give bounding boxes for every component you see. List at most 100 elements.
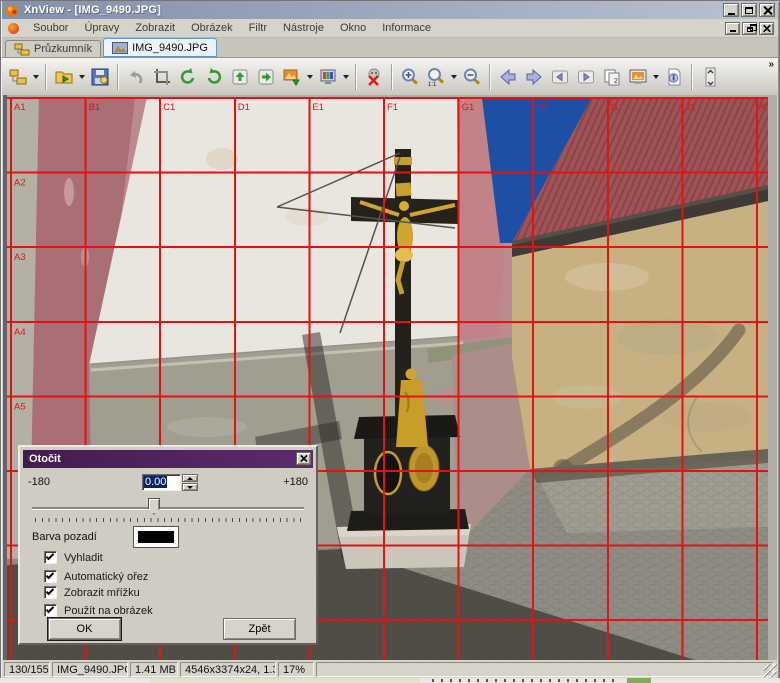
display-dropdown[interactable] xyxy=(341,63,351,91)
fullscreen-button[interactable] xyxy=(625,63,651,91)
svg-text:A1: A1 xyxy=(14,102,26,113)
convert-dropdown[interactable] xyxy=(305,63,315,91)
chevron-down-icon xyxy=(343,75,349,79)
toolbar-separator xyxy=(117,64,119,90)
display-button[interactable] xyxy=(315,63,341,91)
menu-soubor[interactable]: Soubor xyxy=(25,20,76,36)
svg-text:I1: I1 xyxy=(611,102,619,113)
spinner-down-button[interactable] xyxy=(182,483,198,491)
image-forward-icon xyxy=(255,67,277,87)
back-button[interactable]: Zpět xyxy=(223,618,296,640)
minimize-icon xyxy=(730,30,736,32)
info-button[interactable] xyxy=(661,63,687,91)
zoom-dropdown[interactable] xyxy=(449,63,459,91)
crop-button[interactable] xyxy=(149,63,175,91)
angle-value: 0.00 xyxy=(144,476,167,488)
zoom-in-icon xyxy=(399,67,421,87)
pages-button[interactable]: 2 xyxy=(599,63,625,91)
toolbar-overflow-chevron[interactable]: » xyxy=(768,59,773,70)
angle-slider-track[interactable] xyxy=(32,507,304,509)
zoom-out-button[interactable] xyxy=(459,63,485,91)
ok-button[interactable]: OK xyxy=(48,618,121,640)
dialog-title-bar[interactable]: Otočit xyxy=(23,450,313,468)
window-title: XnView - [IMG_9490.JPG] xyxy=(24,4,161,16)
maximize-button[interactable] xyxy=(741,3,757,17)
browser-dropdown[interactable] xyxy=(31,63,41,91)
pages-icon: 2 xyxy=(601,67,623,87)
xnview-window: { "window": { "title": "XnView - [IMG_94… xyxy=(0,0,780,683)
status-dimensions: 4546x3374x24, 1.35 xyxy=(180,662,276,677)
toolbar-separator xyxy=(489,64,491,90)
autocrop-checkbox[interactable] xyxy=(44,570,57,583)
svg-text:A5: A5 xyxy=(14,401,26,412)
previous-image-button[interactable] xyxy=(547,63,573,91)
image-up-button[interactable] xyxy=(227,63,253,91)
zoom-out-icon xyxy=(461,67,483,87)
smooth-checkbox[interactable] xyxy=(44,551,57,564)
next-image-button[interactable] xyxy=(573,63,599,91)
background-color-swatch[interactable] xyxy=(134,527,178,547)
open-dropdown[interactable] xyxy=(77,63,87,91)
rotate-left-button[interactable] xyxy=(175,63,201,91)
rotate-right-button[interactable] xyxy=(201,63,227,91)
svg-text:F1: F1 xyxy=(387,102,398,113)
menu-informace[interactable]: Informace xyxy=(374,20,439,36)
svg-text:G1: G1 xyxy=(462,102,475,113)
resize-grip[interactable] xyxy=(764,664,777,677)
checkbox-row-autocrop: Automatický ořez xyxy=(44,570,148,583)
save-button[interactable] xyxy=(87,63,113,91)
angle-slider-thumb[interactable] xyxy=(148,498,160,515)
spinner-up-button[interactable] xyxy=(182,474,198,482)
apply-checkbox[interactable] xyxy=(44,604,57,617)
arrow-right-icon xyxy=(523,67,545,87)
chevron-down-icon xyxy=(653,75,659,79)
background-color-label: Barva pozadí xyxy=(32,531,97,543)
zoom-in-button[interactable] xyxy=(397,63,423,91)
convert-icon xyxy=(281,67,303,87)
convert-button[interactable] xyxy=(279,63,305,91)
chevron-down-icon xyxy=(79,75,85,79)
undo-button[interactable] xyxy=(123,63,149,91)
crop-icon xyxy=(151,67,173,87)
show-grid-checkbox[interactable] xyxy=(44,586,57,599)
toolbar-separator xyxy=(45,64,47,90)
child-minimize-button[interactable] xyxy=(725,22,740,35)
menu-okno[interactable]: Okno xyxy=(332,20,374,36)
image-up-icon xyxy=(229,67,251,87)
tab-image[interactable]: IMG_9490.JPG xyxy=(103,38,217,57)
menu-nastroje[interactable]: Nástroje xyxy=(275,20,332,36)
open-button[interactable] xyxy=(51,63,77,91)
back-button[interactable] xyxy=(495,63,521,91)
panel-button[interactable] xyxy=(697,63,723,91)
image-forward-button[interactable] xyxy=(253,63,279,91)
document-icon[interactable] xyxy=(8,23,19,34)
fullscreen-dropdown[interactable] xyxy=(651,63,661,91)
arrow-left-icon xyxy=(497,67,519,87)
chevron-down-icon xyxy=(307,75,313,79)
menu-obrazek[interactable]: Obrázek xyxy=(183,20,241,36)
undo-icon xyxy=(125,67,147,87)
apply-label: Použít na obrázek xyxy=(64,605,153,617)
chevron-up-icon xyxy=(187,477,193,480)
delete-button[interactable] xyxy=(361,63,387,91)
menu-zobrazit[interactable]: Zobrazit xyxy=(127,20,183,36)
child-restore-button[interactable] xyxy=(742,22,757,35)
zoom-custom-button[interactable]: 1:1 xyxy=(423,63,449,91)
rotate-dialog: Otočit -180 +180 0.00 Barva pozadí Vyhla… xyxy=(18,445,318,645)
save-icon xyxy=(89,67,111,87)
angle-input[interactable]: 0.00 xyxy=(142,474,181,491)
svg-text:K1: K1 xyxy=(760,102,768,113)
child-close-button[interactable] xyxy=(759,22,774,35)
next-image-icon xyxy=(575,67,597,87)
svg-text:E1: E1 xyxy=(312,102,324,113)
close-button[interactable] xyxy=(759,3,775,17)
menu-upravy[interactable]: Úpravy xyxy=(76,20,127,36)
dialog-close-button[interactable] xyxy=(296,452,311,465)
minimize-button[interactable] xyxy=(723,3,739,17)
forward-button[interactable] xyxy=(521,63,547,91)
menu-filtr[interactable]: Filtr xyxy=(241,20,275,36)
status-filesize: 1.41 MB xyxy=(130,662,178,677)
browser-button[interactable] xyxy=(5,63,31,91)
svg-text:A4: A4 xyxy=(14,327,26,338)
tab-explorer[interactable]: Průzkumník xyxy=(5,40,101,57)
